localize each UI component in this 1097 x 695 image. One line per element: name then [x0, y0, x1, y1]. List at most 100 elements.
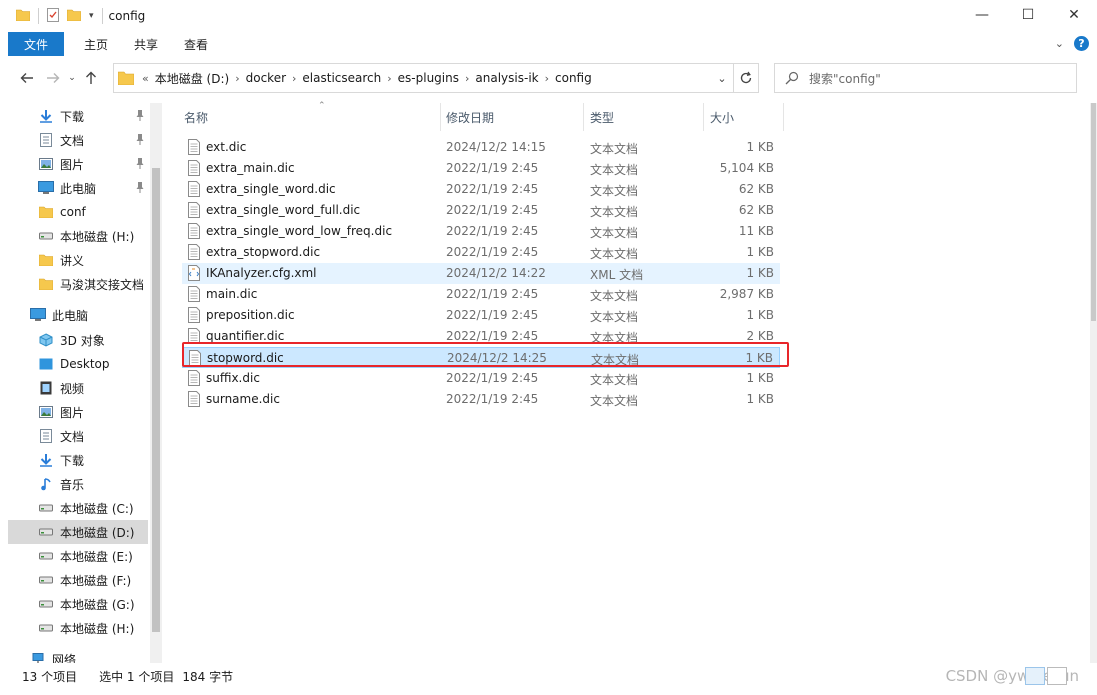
file-size: 62 KB [738, 182, 774, 196]
file-row[interactable]: suffix.dic 2022/1/19 2:45 文本文档 1 KB [182, 368, 780, 389]
search-icon [785, 71, 799, 85]
selection-size: 184 字节 [182, 669, 234, 684]
breadcrumb-item[interactable]: elasticsearch [298, 71, 385, 85]
column-header-size[interactable]: 大小 [710, 103, 782, 131]
tab-view[interactable]: 查看 [171, 32, 221, 56]
refresh-button[interactable] [733, 63, 759, 93]
sidebar-item[interactable]: 此电脑 [8, 303, 148, 327]
minimize-button[interactable]: — [959, 0, 1005, 30]
file-row[interactable]: surname.dic 2022/1/19 2:45 文本文档 1 KB [182, 389, 780, 410]
search-input[interactable]: 搜索"config" [809, 70, 881, 87]
file-row[interactable]: extra_stopword.dic 2022/1/19 2:45 文本文档 1 KB [182, 242, 780, 263]
file-row[interactable]: main.dic 2022/1/19 2:45 文本文档 2,987 KB [182, 284, 780, 305]
file-row[interactable]: preposition.dic 2022/1/19 2:45 文本文档 1 KB [182, 305, 780, 326]
file-type: 文本文档 [590, 373, 639, 387]
sidebar-item-label: Desktop [60, 357, 110, 371]
properties-icon[interactable] [47, 7, 59, 25]
tab-file[interactable]: 文件 [8, 32, 64, 56]
breadcrumb-item[interactable]: config [551, 71, 596, 85]
back-button[interactable] [14, 65, 40, 91]
address-bar[interactable]: « 本地磁盘 (D:) › docker › elasticsearch › e… [113, 63, 759, 93]
column-divider[interactable] [440, 103, 441, 131]
file-row[interactable]: extra_single_word_full.dic 2022/1/19 2:45… [182, 200, 780, 221]
file-row[interactable]: extra_main.dic 2022/1/19 2:45 文本文档 5,104 KB [182, 158, 780, 179]
pin-icon [136, 110, 144, 121]
column-header-name[interactable]: ⌃ 名称 [184, 101, 440, 131]
help-icon[interactable]: ? [1074, 36, 1089, 51]
window-scroll-thumb[interactable] [1091, 103, 1096, 321]
sidebar-item[interactable]: 下载 [8, 104, 148, 128]
folder-icon[interactable] [15, 9, 31, 24]
file-row[interactable]: extra_single_word_low_freq.dic 2022/1/19 … [182, 221, 780, 242]
sidebar-item[interactable]: 文档 [8, 128, 148, 152]
sidebar-item[interactable]: 马浚淇交接文档 [8, 272, 148, 296]
address-history-dropdown[interactable]: ⌄ [712, 64, 732, 92]
sidebar-scroll-thumb[interactable] [152, 168, 160, 632]
file-name: extra_main.dic [206, 161, 295, 175]
file-row[interactable]: ext.dic 2024/12/2 14:15 文本文档 1 KB [182, 137, 780, 158]
sidebar-item[interactable]: 音乐 [8, 472, 148, 496]
sidebar-item[interactable]: 图片 [8, 152, 148, 176]
breadcrumb-item[interactable]: es-plugins [394, 71, 463, 85]
breadcrumb-separator[interactable]: › [543, 72, 551, 85]
file-row[interactable]: IKAnalyzer.cfg.xml 2024/12/2 14:22 XML 文档 1… [182, 263, 780, 284]
sidebar-item[interactable]: 文档 [8, 424, 148, 448]
sidebar-item-label: 下载 [60, 109, 85, 124]
breadcrumb-item[interactable]: 本地磁盘 (D:) [151, 70, 233, 87]
sidebar-item[interactable]: 讲义 [8, 248, 148, 272]
sidebar-item-label: 文档 [60, 429, 85, 444]
sidebar-item[interactable]: 此电脑 [8, 176, 148, 200]
column-divider[interactable] [583, 103, 584, 131]
column-divider[interactable] [783, 103, 784, 131]
column-header-type[interactable]: 类型 [590, 103, 702, 131]
sidebar-item[interactable]: 本地磁盘 (H:) [8, 616, 148, 640]
sidebar-item[interactable]: Desktop [8, 352, 148, 376]
breadcrumb-separator[interactable]: › [290, 72, 298, 85]
column-header-label: 类型 [590, 110, 615, 125]
sidebar-item[interactable]: 图片 [8, 400, 148, 424]
breadcrumb-separator[interactable]: › [463, 72, 471, 85]
3d-objects-icon [38, 332, 54, 348]
file-name: suffix.dic [206, 371, 260, 385]
breadcrumb-overflow[interactable]: « [140, 72, 151, 85]
search-box[interactable]: 搜索"config" [774, 63, 1077, 93]
recent-locations-button[interactable]: ⌄ [66, 65, 78, 91]
file-name: preposition.dic [206, 308, 295, 322]
up-button[interactable] [78, 65, 104, 91]
column-header-label: 大小 [710, 110, 735, 125]
large-icons-view-button[interactable] [1047, 667, 1067, 685]
expand-ribbon-icon[interactable]: ⌄ [1055, 37, 1064, 50]
column-header-date[interactable]: 修改日期 [446, 103, 582, 131]
file-row[interactable]: extra_single_word.dic 2022/1/19 2:45 文本文档 6… [182, 179, 780, 200]
sidebar-item[interactable]: 本地磁盘 (F:) [8, 568, 148, 592]
details-view-button[interactable] [1025, 667, 1045, 685]
pin-icon [136, 182, 144, 193]
sidebar-item[interactable]: 视频 [8, 376, 148, 400]
sidebar-item[interactable]: 下载 [8, 448, 148, 472]
sidebar-item-label: 下载 [60, 453, 85, 468]
sidebar-item[interactable]: 本地磁盘 (G:) [8, 592, 148, 616]
tab-home[interactable]: 主页 [71, 32, 121, 56]
customize-toolbar-icon[interactable]: ▾ [89, 11, 94, 21]
close-button[interactable]: ✕ [1051, 0, 1097, 30]
file-type: 文本文档 [590, 289, 639, 303]
maximize-button[interactable]: ☐ [1005, 0, 1051, 30]
column-divider[interactable] [703, 103, 704, 131]
sidebar-item[interactable]: conf [8, 200, 148, 224]
sidebar-item[interactable]: 本地磁盘 (D:) [8, 520, 148, 544]
ribbon-tabs: 文件 主页 共享 查看 ⌄ ? [0, 32, 1097, 56]
breadcrumb-separator[interactable]: › [233, 72, 241, 85]
sidebar-item-label: 音乐 [60, 477, 85, 492]
new-folder-icon[interactable] [66, 9, 82, 24]
sidebar-item[interactable]: 网络 [8, 647, 148, 663]
sidebar-item[interactable]: 本地磁盘 (H:) [8, 224, 148, 248]
sidebar-item[interactable]: 本地磁盘 (C:) [8, 496, 148, 520]
drive-icon [38, 524, 54, 540]
breadcrumb-item[interactable]: docker [242, 71, 290, 85]
sidebar-item[interactable]: 3D 对象 [8, 328, 148, 352]
breadcrumb-separator[interactable]: › [385, 72, 393, 85]
breadcrumb-item[interactable]: analysis-ik [471, 71, 542, 85]
sidebar-item[interactable]: 本地磁盘 (E:) [8, 544, 148, 568]
tab-share[interactable]: 共享 [121, 32, 171, 56]
forward-button[interactable] [40, 65, 66, 91]
